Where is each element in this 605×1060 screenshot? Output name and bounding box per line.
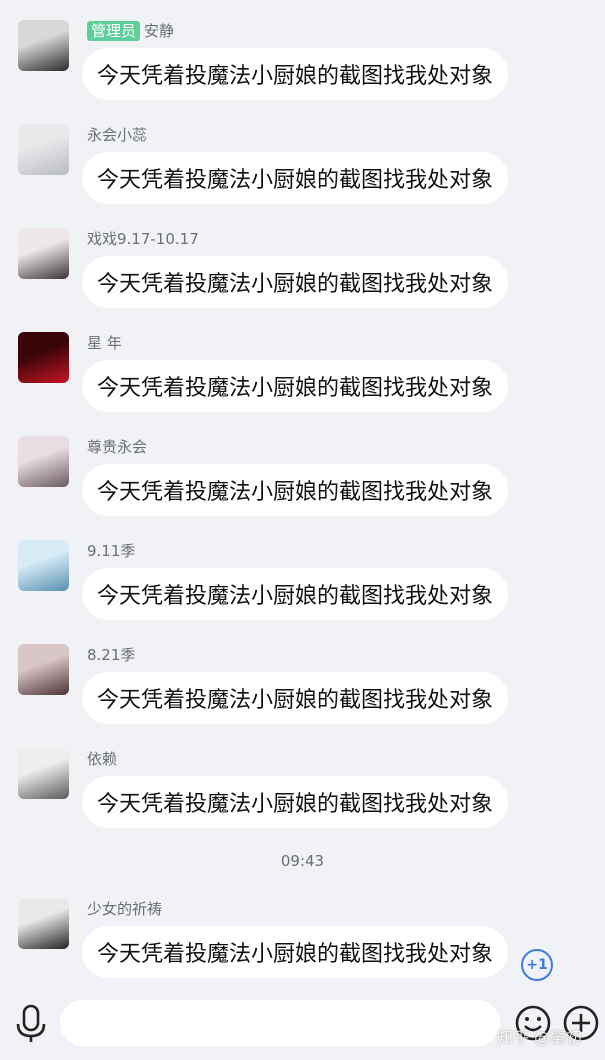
message-item: 9.11季 今天凭着投魔法小厨娘的截图找我处对象 [0, 540, 605, 644]
admin-badge: 管理员 [87, 21, 141, 41]
sender-name[interactable]: 尊贵永会 [87, 437, 147, 457]
message-item: 戏戏9.17-10.17 今天凭着投魔法小厨娘的截图找我处对象 [0, 228, 605, 332]
message-bubble[interactable]: 今天凭着投魔法小厨娘的截图找我处对象 [82, 672, 509, 724]
message-bubble[interactable]: 今天凭着投魔法小厨娘的截图找我处对象 [82, 360, 509, 412]
message-bubble[interactable]: 今天凭着投魔法小厨娘的截图找我处对象 [82, 48, 509, 100]
sender-name[interactable]: 依赖 [87, 749, 117, 769]
sender-row: 永会小蕊 [87, 124, 147, 146]
message-item: 少女的祈祷 今天凭着投魔法小厨娘的截图找我处对象 [0, 898, 605, 1002]
message-bubble[interactable]: 今天凭着投魔法小厨娘的截图找我处对象 [82, 568, 509, 620]
avatar[interactable] [18, 898, 69, 949]
avatar[interactable] [18, 228, 69, 279]
sender-name[interactable]: 8.21季 [87, 645, 135, 665]
message-timestamp: 09:43 [280, 852, 325, 870]
message-item: 依赖 今天凭着投魔法小厨娘的截图找我处对象 [0, 748, 605, 852]
sender-row: 戏戏9.17-10.17 [87, 228, 199, 250]
avatar[interactable] [18, 540, 69, 591]
sender-row: 依赖 [87, 748, 117, 770]
sender-name[interactable]: 安静 [144, 21, 174, 41]
watermark: 知乎 @肇初 [497, 1028, 583, 1047]
sender-name[interactable]: 少女的祈祷 [87, 899, 162, 919]
sender-name[interactable]: 永会小蕊 [87, 125, 147, 145]
sender-name[interactable]: 戏戏9.17-10.17 [87, 229, 199, 249]
sender-row: 管理员 安静 [87, 20, 174, 42]
sender-row: 尊贵永会 [87, 436, 147, 458]
avatar[interactable] [18, 436, 69, 487]
message-item: 星 年 今天凭着投魔法小厨娘的截图找我处对象 [0, 332, 605, 436]
plus-one-button[interactable]: +1 [521, 949, 553, 981]
message-item: 管理员 安静 今天凭着投魔法小厨娘的截图找我处对象 [0, 20, 605, 124]
message-bubble[interactable]: 今天凭着投魔法小厨娘的截图找我处对象 [82, 256, 509, 308]
message-input[interactable] [60, 1000, 500, 1046]
message-item: 8.21季 今天凭着投魔法小厨娘的截图找我处对象 [0, 644, 605, 748]
microphone-icon[interactable] [14, 1004, 48, 1044]
avatar[interactable] [18, 332, 69, 383]
sender-name[interactable]: 星 年 [87, 333, 122, 353]
message-bubble[interactable]: 今天凭着投魔法小厨娘的截图找我处对象 [82, 926, 509, 978]
avatar[interactable] [18, 748, 69, 799]
avatar[interactable] [18, 20, 69, 71]
message-bubble[interactable]: 今天凭着投魔法小厨娘的截图找我处对象 [82, 152, 509, 204]
sender-row: 星 年 [87, 332, 122, 354]
message-bubble[interactable]: 今天凭着投魔法小厨娘的截图找我处对象 [82, 464, 509, 516]
message-bubble[interactable]: 今天凭着投魔法小厨娘的截图找我处对象 [82, 776, 509, 828]
sender-name[interactable]: 9.11季 [87, 541, 135, 561]
chat-message-list[interactable]: 管理员 安静 今天凭着投魔法小厨娘的截图找我处对象 永会小蕊 今天凭着投魔法小厨… [0, 0, 605, 990]
avatar[interactable] [18, 124, 69, 175]
sender-row: 少女的祈祷 [87, 898, 162, 920]
message-item: 尊贵永会 今天凭着投魔法小厨娘的截图找我处对象 [0, 436, 605, 540]
sender-row: 8.21季 [87, 644, 135, 666]
avatar[interactable] [18, 644, 69, 695]
message-item: 永会小蕊 今天凭着投魔法小厨娘的截图找我处对象 [0, 124, 605, 228]
sender-row: 9.11季 [87, 540, 135, 562]
